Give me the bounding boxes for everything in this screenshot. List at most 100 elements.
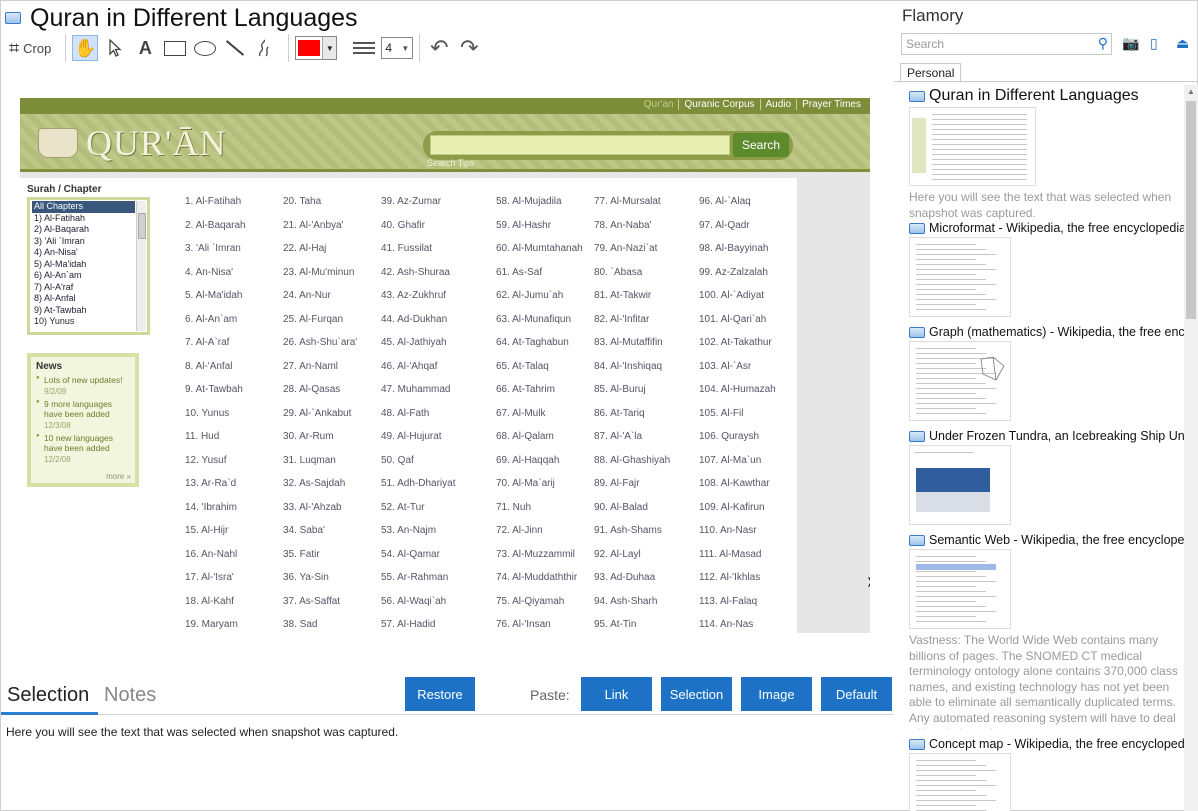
pointer-icon xyxy=(109,39,122,57)
freehand-tool-button[interactable] xyxy=(252,35,278,61)
chapter-column: 96. Al-`Alaq 97. Al-Qadr 98. Al-Bayyinah 99… xyxy=(699,196,819,633)
chapter-link: 101. Al-Qari`ah xyxy=(699,313,767,325)
snapshot-thumbnail[interactable] xyxy=(909,237,1011,317)
line-tool-button[interactable] xyxy=(222,35,248,61)
snapshot-list: Quran in Different Languages Here you wil… xyxy=(894,85,1184,811)
redo-button[interactable]: ↷ xyxy=(456,35,482,61)
nav-link: Quranic Corpus xyxy=(678,99,759,110)
surah-option: 7) Al-A'raf xyxy=(34,281,74,292)
paste-link-button[interactable]: Link xyxy=(581,677,652,711)
chapter-link: 111. Al-Masad xyxy=(699,548,762,560)
chapter-link: 57. Al-Hadid xyxy=(381,619,436,630)
quran-search-input xyxy=(430,135,730,155)
surah-option: 6) Al-An`am xyxy=(34,270,82,280)
paste-image-button[interactable]: Image xyxy=(741,677,812,711)
document-icon[interactable]: ▯ xyxy=(1150,35,1158,52)
line-width-value: 4 xyxy=(385,41,393,55)
quran-nav: Qur'an Quranic Corpus Audio Prayer Times xyxy=(639,99,866,110)
crop-icon: ⌗ xyxy=(9,37,20,58)
chapter-link: 106. Quraysh xyxy=(699,431,760,442)
chapter-link: 41. Fussilat xyxy=(381,243,433,254)
scroll-up-icon[interactable]: ▲ xyxy=(1187,87,1195,96)
snapshot-item-description: Here you will see the text that was sele… xyxy=(909,190,1172,220)
tab-notes[interactable]: Notes xyxy=(104,684,156,707)
snapshot-item-title: Graph (mathematics) - Wikipedia, the fre… xyxy=(929,325,1184,339)
chapter-column: 77. Al-Mursalat 78. An-Naba' 79. An-Nazi`a… xyxy=(594,196,714,633)
snapshot-image[interactable]: Qur'an Quranic Corpus Audio Prayer Times… xyxy=(20,98,870,633)
chevron-down-icon: ▼ xyxy=(401,43,410,53)
chapter-link: 89. Al-Fajr xyxy=(594,478,640,489)
surah-option: All Chapters xyxy=(32,201,135,213)
undo-button[interactable]: ↶ xyxy=(426,35,452,61)
chapter-link: 49. Al-Hujurat xyxy=(381,431,442,442)
snapshot-list-item[interactable]: Concept map - Wikipedia, the free encycl… xyxy=(909,737,1184,811)
crop-button[interactable]: ⌗ Crop xyxy=(5,35,55,61)
ellipse-tool-button[interactable] xyxy=(192,35,218,61)
news-more-link: more » xyxy=(106,472,131,481)
snapshot-list-item[interactable]: Under Frozen Tundra, an Icebreaking Ship… xyxy=(909,429,1184,525)
rectangle-tool-button[interactable] xyxy=(162,35,188,61)
chapter-link: 112. Al-'Ikhlas xyxy=(699,572,761,583)
news-title: News xyxy=(36,361,63,372)
snapshot-item-header: Microformat - Wikipedia, the free encycl… xyxy=(909,221,1184,235)
search-input[interactable]: Search ⚲ xyxy=(901,33,1112,55)
surah-option: 3) 'Ali `Imran xyxy=(34,235,85,246)
surah-option: 5) Al-Ma'idah xyxy=(34,258,87,269)
snapshot-item-header: Under Frozen Tundra, an Icebreaking Ship… xyxy=(909,429,1184,443)
chapter-link: 55. Ar-Rahman xyxy=(381,572,449,583)
text-tool-button[interactable]: A xyxy=(132,35,158,61)
hand-tool-button[interactable]: ✋ xyxy=(72,35,99,61)
line-width-button[interactable] xyxy=(351,35,377,61)
web-page-icon xyxy=(909,222,925,234)
redo-icon: ↷ xyxy=(460,35,479,60)
snapshot-list-item[interactable]: Semantic Web - Wikipedia, the free encyc… xyxy=(909,533,1184,729)
line-width-select[interactable]: 4 ▼ xyxy=(381,37,414,59)
selected-text-content: Here you will see the text that was sele… xyxy=(6,725,399,739)
chapter-link: 107. Al-Ma`un xyxy=(699,454,762,466)
text-icon: A xyxy=(138,37,152,58)
search-icon[interactable]: ⚲ xyxy=(1098,35,1108,52)
snapshot-thumbnail[interactable] xyxy=(909,107,1036,186)
paste-selection-button[interactable]: Selection xyxy=(661,677,732,711)
rectangle-icon xyxy=(164,40,187,56)
chapter-link: 53. An-Najm xyxy=(381,525,437,536)
quran-search-button: Search xyxy=(733,133,789,157)
chapter-link: 56. Al-Waqi`ah xyxy=(381,595,447,607)
snapshot-thumbnail[interactable] xyxy=(909,753,1011,811)
chapter-link: 79. An-Nazi`at xyxy=(594,243,658,254)
scrollbar[interactable]: ▲ xyxy=(1184,85,1198,811)
snapshot-thumbnail[interactable] xyxy=(909,549,1011,629)
scrollbar-thumb[interactable] xyxy=(1186,101,1196,319)
snapshot-thumbnail[interactable] xyxy=(909,341,1011,421)
snapshot-list-item[interactable]: Quran in Different Languages Here you wil… xyxy=(909,87,1184,221)
web-page-icon xyxy=(909,326,925,338)
title-row: Quran in Different Languages xyxy=(5,4,358,32)
snapshot-item-title: Under Frozen Tundra, an Icebreaking Ship… xyxy=(929,429,1184,443)
line-icon xyxy=(226,40,245,56)
chapter-link: 91. Ash-Shams xyxy=(594,525,662,536)
tab-selection[interactable]: Selection xyxy=(7,684,89,707)
camera-icon[interactable]: 📷 xyxy=(1122,35,1139,52)
paste-default-button[interactable]: Default xyxy=(821,677,892,711)
snapshot-item-title: Microformat - Wikipedia, the free encycl… xyxy=(929,221,1184,235)
select-tool-button[interactable] xyxy=(102,35,128,61)
news-date: 9/2/09 xyxy=(44,387,67,396)
snapshot-list-item[interactable]: Graph (mathematics) - Wikipedia, the fre… xyxy=(909,325,1184,421)
snapshot-thumbnail[interactable] xyxy=(909,445,1011,525)
color-picker[interactable]: ▼ xyxy=(295,36,338,60)
tab-personal[interactable]: Personal xyxy=(900,63,962,83)
chapter-link: 102. At-Takathur xyxy=(699,337,772,348)
active-tab-indicator xyxy=(1,712,98,715)
snapshot-list-item[interactable]: Microformat - Wikipedia, the free encycl… xyxy=(909,221,1184,317)
toolbar-separator xyxy=(65,34,67,62)
restore-button[interactable]: Restore xyxy=(405,677,475,711)
chapter-link: 83. Al-Mutaffifin xyxy=(594,337,663,348)
paste-label: Paste: xyxy=(530,687,570,703)
collapse-icon[interactable]: ⏏ xyxy=(1176,35,1189,52)
snapshot-item-header: Concept map - Wikipedia, the free encycl… xyxy=(909,737,1184,751)
web-page-icon xyxy=(909,534,925,546)
quran-site-header: Qur'an Quranic Corpus Audio Prayer Times… xyxy=(20,98,870,172)
scrollbar-thumb xyxy=(138,213,146,239)
surah-option: 2) Al-Baqarah xyxy=(34,224,90,234)
chapter-link: 96. Al-`Alaq xyxy=(699,196,751,207)
